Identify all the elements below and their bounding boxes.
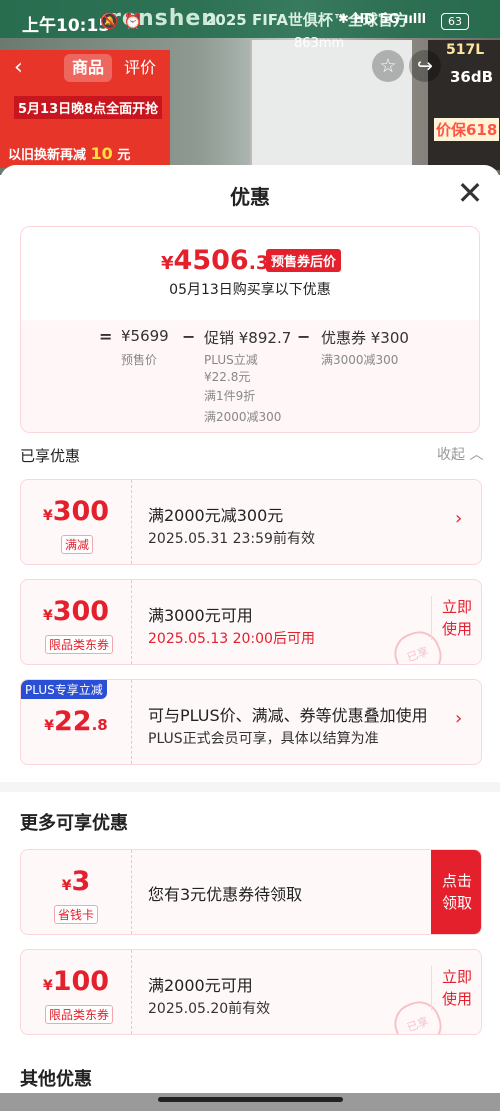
coupon-card[interactable]: ¥300 满减 满2000元减300元 2025.05.31 23:59前有效 … [20, 479, 482, 565]
promo-plus-amount: ¥22.8元 [204, 370, 251, 384]
price-protect-badge: 价保618 [434, 118, 500, 141]
coupon-title: 满2000元可用 [148, 976, 253, 995]
equals-sign: = [99, 327, 113, 346]
coupon-value: ¥3 [61, 866, 91, 897]
coupon-amount: 优惠券 ¥300 [321, 329, 409, 347]
status-time: 上午10:15 [22, 16, 111, 36]
home-indicator[interactable] [158, 1097, 343, 1102]
summary-subtitle: 05月13日购买享以下优惠 [169, 282, 331, 298]
coupon-value-area: ¥3 省钱卡 [21, 850, 132, 934]
discount-sheet: 优惠 ✕ ¥4506.3 预售券后价 05月13日购买享以下优惠 = ¥5699… [0, 165, 500, 1111]
plus-exclusive-badge: PLUS专享立减 [21, 680, 107, 699]
other-discounts-title: 其他优惠 [20, 1069, 92, 1090]
close-icon[interactable]: ✕ [455, 177, 485, 209]
promo-amount: 促销 ¥892.7 [204, 329, 292, 347]
coupon-title: 可与PLUS价、满减、券等优惠叠加使用 [148, 706, 428, 725]
coupon-tag: 省钱卡 [54, 905, 99, 924]
coupon-value-area: ¥300 限品类东券 [21, 580, 132, 664]
coupon-date: 2025.05.20前有效 [148, 1001, 271, 1017]
favorite-star-icon[interactable]: ☆ [372, 50, 404, 82]
status-bar: 上午10:15 🔕 ⏰ ✱ HD 5G ıılll 63 [0, 0, 500, 44]
back-icon[interactable]: ‹ [14, 55, 23, 80]
promo-trade-in: 以旧换新再减 10 元 [8, 144, 131, 163]
tab-reviews[interactable]: 评价 [116, 54, 164, 82]
more-discounts-title: 更多可享优惠 [20, 813, 128, 834]
coupon-tag: 限品类东券 [45, 635, 114, 654]
coupon-card[interactable]: ¥22.8 PLUS专享立减 可与PLUS价、满减、券等优惠叠加使用 PLUS正… [20, 679, 482, 765]
signal-icons: ✱ HD 5G ıılll [338, 12, 427, 27]
coupon-value: ¥300 [42, 496, 110, 527]
coupon-tag: 满减 [61, 535, 94, 554]
promo-date-text: 5月13日晚8点全面开抢 [14, 96, 163, 119]
battery-icon: 63 [441, 13, 469, 30]
presale-coupon-badge: 预售券后价 [266, 249, 342, 272]
tab-goods[interactable]: 商品 [64, 54, 113, 82]
spec-capacity: 517L [446, 42, 485, 58]
coupon-title: 您有3元优惠券待领取 [148, 885, 303, 904]
spec-noise: 36dB [450, 68, 494, 86]
enjoyed-label: 已享优惠 [20, 447, 81, 465]
coupon-title: 满2000元减300元 [148, 506, 284, 525]
chevron-right-icon[interactable]: › [455, 708, 462, 729]
sheet-title: 优惠 [230, 185, 270, 209]
collapse-button[interactable]: 收起 ︿ [437, 444, 483, 464]
coupon-date: 2025.05.13 20:00后可用 [148, 631, 315, 647]
minus-sign-2: − [297, 327, 311, 346]
coupon-tag: 限品类东券 [45, 1005, 114, 1024]
claim-button[interactable]: 点击 领取 [431, 850, 481, 934]
coupon-note: PLUS正式会员可享，具体以结算为准 [148, 731, 379, 747]
use-now-button[interactable]: 立即 使用 [431, 966, 480, 1010]
coupon-value: ¥100 [42, 966, 110, 997]
coupon-card[interactable]: ¥100 限品类东券 满2000元可用 2025.05.20前有效 已享 立即使… [20, 949, 482, 1035]
minus-sign: − [182, 327, 196, 346]
share-icon[interactable]: ↪ [409, 50, 441, 82]
coupon-label: 满3000减300 [321, 353, 399, 367]
bottom-nav-strip [0, 1093, 500, 1111]
coupon-value: ¥22.8 [44, 706, 108, 737]
promo-discount: 满1件9折 [204, 389, 256, 403]
price-summary-card: ¥4506.3 预售券后价 05月13日购买享以下优惠 = ¥5699 预售价 … [20, 226, 480, 433]
promo-plus-label: PLUS立减 [204, 353, 258, 367]
notification-icons: 🔕 ⏰ [100, 12, 143, 30]
coupon-card[interactable]: ¥3 省钱卡 您有3元优惠券待领取 点击 领取 [20, 849, 482, 935]
coupon-title: 满3000元可用 [148, 606, 253, 625]
use-now-button[interactable]: 立即 使用 [431, 596, 480, 640]
chevron-right-icon[interactable]: › [455, 508, 462, 529]
presale-price: ¥5699 [121, 327, 169, 345]
coupon-value: ¥300 [42, 596, 110, 627]
coupon-value-area: ¥100 限品类东券 [21, 950, 132, 1034]
coupon-date: 2025.05.31 23:59前有效 [148, 531, 315, 547]
presale-label: 预售价 [121, 353, 158, 367]
final-price: ¥4506.3 [161, 245, 270, 276]
coupon-card[interactable]: ¥300 限品类东券 满3000元可用 2025.05.13 20:00后可用 … [20, 579, 482, 665]
promo-full-reduction: 满2000减300 [204, 410, 282, 424]
section-divider [0, 782, 500, 792]
coupon-value-area: ¥300 满减 [21, 480, 132, 564]
